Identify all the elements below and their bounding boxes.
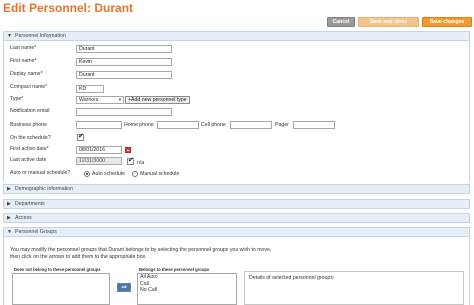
- section-title: Departments: [15, 201, 45, 207]
- notification-email-input[interactable]: [76, 108, 172, 116]
- collapse-triangle-icon: ▼: [7, 33, 12, 39]
- save-changes-button[interactable]: Save changes: [422, 17, 472, 27]
- section-header-demographic[interactable]: ▶ Demographic information: [3, 184, 470, 194]
- section-title: Access: [15, 215, 32, 221]
- member-listbox[interactable]: All Auto Call No Call: [137, 273, 237, 305]
- type-select[interactable]: Warriors ▼: [76, 96, 124, 104]
- details-label: Details of selected personnel groups:: [249, 275, 335, 281]
- type-label: Type*: [10, 96, 24, 102]
- groups-instructions-line1: You may modify the personnel groups that…: [10, 247, 272, 253]
- display-name-input[interactable]: Durant: [76, 71, 172, 79]
- auto-schedule-label: Auto schedule: [92, 171, 125, 177]
- first-active-date-label: First active date*: [10, 146, 49, 152]
- na-label: n/a: [137, 160, 145, 166]
- na-checkbox[interactable]: ✔: [127, 157, 134, 165]
- section-header-personnel-info[interactable]: ▼ Personnel Information: [3, 31, 470, 41]
- display-name-label: Deplay name*: [10, 71, 43, 77]
- move-right-button[interactable]: ⇒: [117, 283, 131, 292]
- section-header-access[interactable]: ▶ Access: [3, 213, 470, 223]
- last-name-label: Last name*: [10, 45, 37, 51]
- last-active-date-label: Last active date: [10, 157, 47, 163]
- chevron-down-icon: ▼: [118, 97, 122, 102]
- add-personnel-type-button[interactable]: +Add new personnel type: [125, 96, 190, 104]
- groups-instructions-line2: then click on the arrows to add them to …: [10, 254, 147, 260]
- expand-triangle-icon: ▶: [7, 186, 11, 192]
- compact-name-input[interactable]: KD: [76, 85, 104, 93]
- section-header-personnel-groups[interactable]: ▼ Personnel Groups: [3, 227, 470, 237]
- home-phone-label: Home phone: [124, 122, 154, 128]
- checkmark-icon: ✔: [128, 157, 134, 164]
- pager-label: Pager: [275, 122, 289, 128]
- details-box: Details of selected personnel groups:: [244, 271, 464, 305]
- manual-schedule-radio[interactable]: [132, 171, 138, 177]
- notification-email-label: Notification email: [10, 108, 50, 114]
- first-name-input[interactable]: Kevin: [76, 58, 172, 66]
- last-active-date-input[interactable]: 12/31/3000: [76, 157, 122, 165]
- last-name-input[interactable]: Durant: [76, 45, 172, 53]
- checkmark-icon: ✔: [78, 133, 84, 140]
- business-phone-input[interactable]: [76, 121, 122, 129]
- page-title: Edit Personnel: Durant: [3, 1, 134, 15]
- home-phone-input[interactable]: [157, 121, 199, 129]
- member-caption: Belongs to these personnel groups: [139, 267, 210, 272]
- first-active-date-input[interactable]: 08/01/2016: [76, 146, 122, 154]
- personnel-info-body: Last name* Durant First name* Kevin Depl…: [3, 41, 470, 182]
- save-and-close-button[interactable]: Save and close: [358, 17, 419, 27]
- type-select-value: Warriors: [79, 97, 99, 103]
- not-member-caption: Does not belong to these personnel group…: [14, 267, 101, 272]
- section-title: Personnel Information: [15, 33, 66, 39]
- expand-triangle-icon: ▶: [7, 215, 11, 221]
- collapse-triangle-icon: ▼: [7, 229, 12, 235]
- section-header-departments[interactable]: ▶ Departments: [3, 199, 470, 209]
- schedule-mode-label: Auto or manual schedule?: [10, 170, 71, 176]
- expand-triangle-icon: ▶: [7, 201, 11, 207]
- on-schedule-label: On the schedule?: [10, 135, 51, 141]
- on-schedule-checkbox[interactable]: ✔: [77, 133, 84, 141]
- cancel-button[interactable]: Cancel: [327, 17, 355, 27]
- section-title: Demographic information: [15, 186, 73, 192]
- compact-name-label: Compact name*: [10, 84, 48, 90]
- personnel-groups-body: You may modify the personnel groups that…: [3, 237, 470, 305]
- list-item[interactable]: No Call: [138, 287, 236, 294]
- cell-phone-label: Cell phone: [201, 122, 226, 128]
- auto-schedule-radio[interactable]: [84, 171, 90, 177]
- manual-schedule-label: Manual schedule: [140, 171, 180, 177]
- pager-input[interactable]: [293, 121, 335, 129]
- calendar-icon[interactable]: [125, 147, 131, 153]
- business-phone-label: Business phone: [10, 122, 47, 128]
- not-member-listbox[interactable]: [12, 273, 110, 305]
- cell-phone-input[interactable]: [230, 121, 272, 129]
- first-name-label: First name*: [10, 58, 37, 64]
- section-title: Personnel Groups: [15, 229, 57, 235]
